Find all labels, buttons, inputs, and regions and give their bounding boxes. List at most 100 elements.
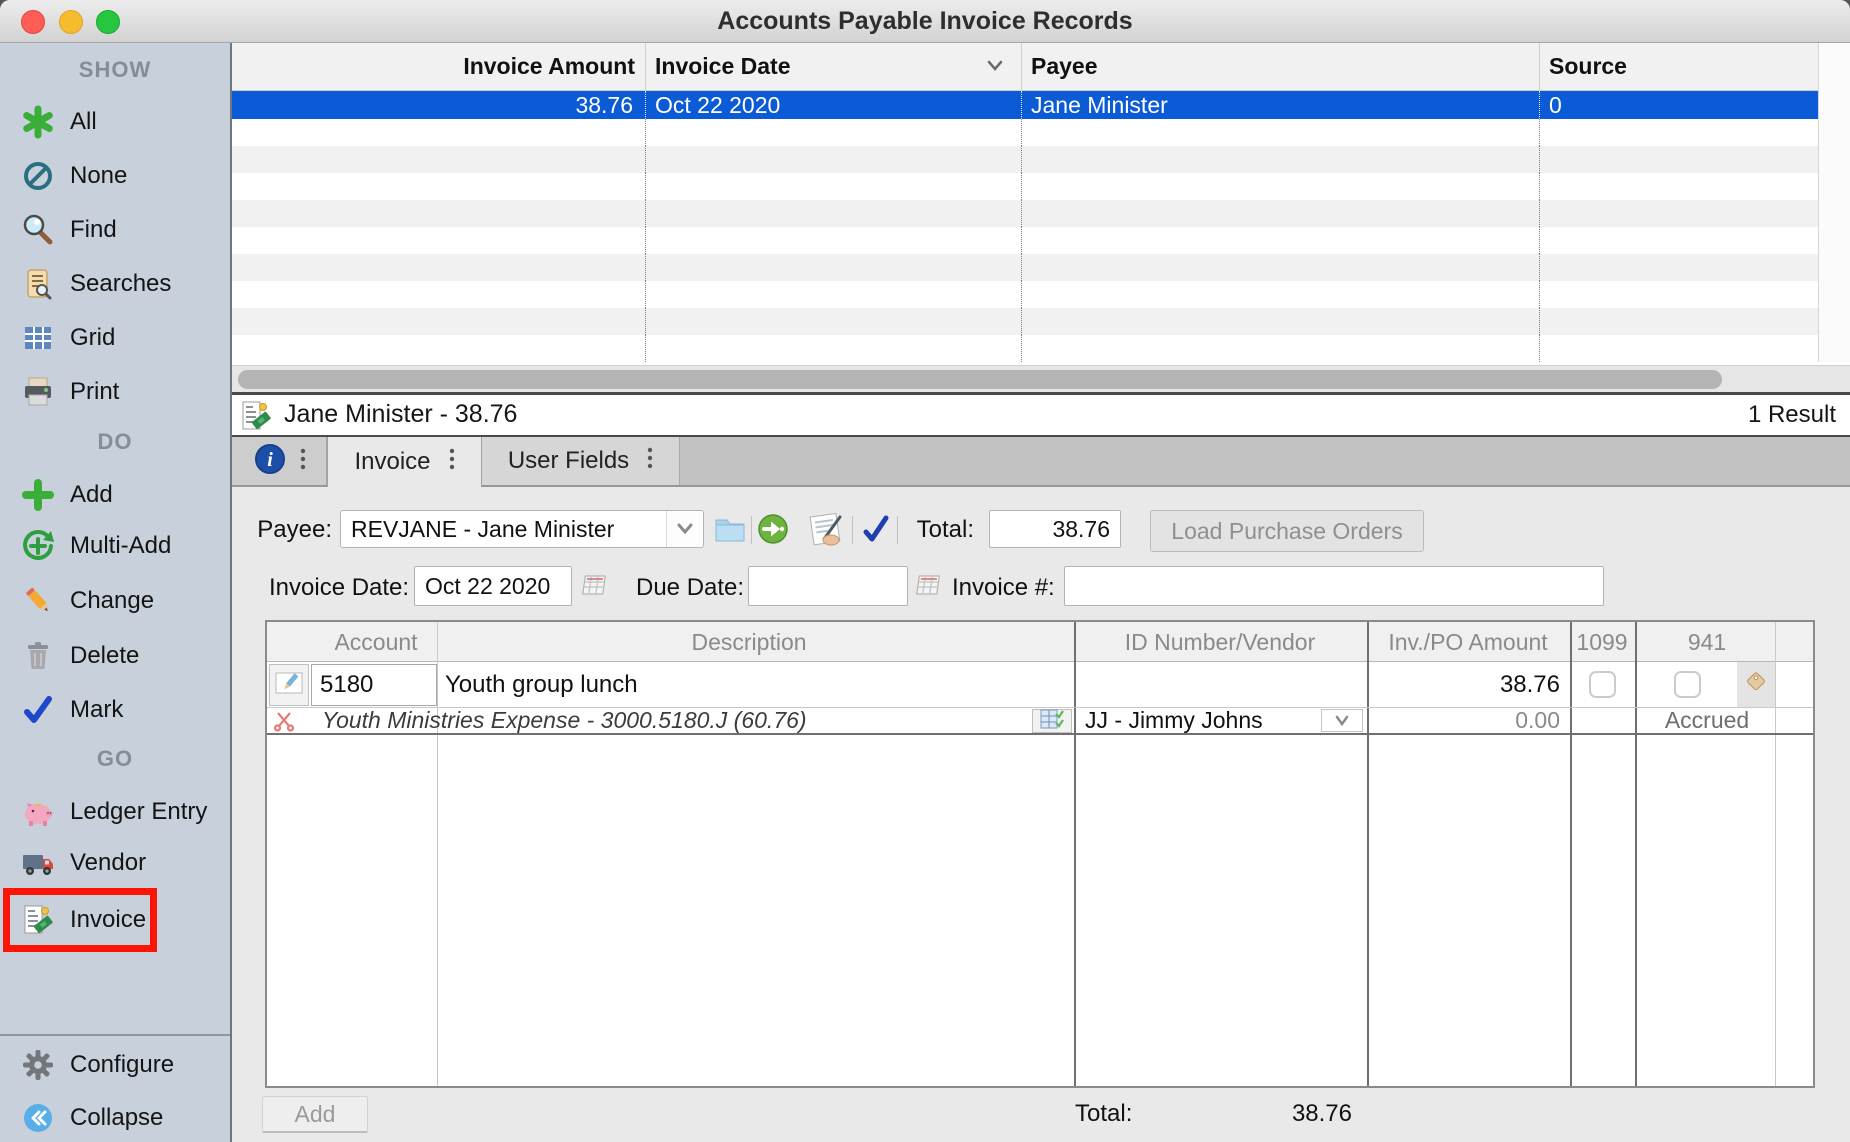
status-cell: Accrued: [1665, 708, 1749, 733]
sidebar-item-ledger-entry[interactable]: Ledger Entry: [0, 785, 230, 839]
sort-chevron-icon: [983, 53, 1007, 80]
chevron-down-icon[interactable]: [666, 511, 703, 547]
sidebar-item-collapse[interactable]: Collapse: [0, 1091, 230, 1142]
invoice-icon: [238, 398, 274, 434]
blue-check-icon[interactable]: [859, 512, 893, 546]
tab-invoice[interactable]: Invoice: [327, 437, 482, 487]
sidebar-item-none[interactable]: None: [0, 149, 230, 203]
collapse-icon: [20, 1100, 56, 1136]
invoice-number-input[interactable]: [1064, 566, 1604, 606]
tag-button[interactable]: [1737, 662, 1775, 707]
circle-slash-icon: [20, 158, 56, 194]
cell-invoice-date: Oct 22 2020: [645, 91, 1021, 119]
sidebar-item-add[interactable]: Add: [0, 468, 230, 522]
sidebar-section-go: GO: [0, 739, 230, 779]
edit-line-button[interactable]: [269, 664, 309, 706]
payee-input[interactable]: [341, 511, 666, 547]
sidebar-item-label: Vendor: [70, 849, 146, 877]
sidebar-item-label: Grid: [70, 324, 115, 352]
sidebar-item-delete[interactable]: Delete: [0, 629, 230, 683]
column-header-payee[interactable]: Payee: [1021, 43, 1539, 90]
payee-combobox[interactable]: [340, 510, 704, 548]
magnifier-icon: [20, 212, 56, 248]
column-header-invoice-amount[interactable]: Invoice Amount: [232, 43, 645, 90]
toolbar-divider: [751, 516, 752, 544]
checkbox-1099[interactable]: [1589, 671, 1616, 698]
table-row-empty[interactable]: [232, 200, 1850, 227]
tab-bar: i Invoice User Fields: [232, 437, 1850, 487]
table-row-empty[interactable]: [232, 254, 1850, 281]
folder-icon[interactable]: [712, 511, 748, 547]
calendar-icon[interactable]: [581, 571, 609, 599]
chevron-down-icon[interactable]: [1321, 709, 1363, 732]
sidebar-item-configure[interactable]: Configure: [0, 1038, 230, 1092]
table-row-empty[interactable]: [232, 335, 1850, 362]
invoice-number-label: Invoice #:: [952, 573, 1055, 603]
account-cell[interactable]: 5180: [311, 664, 437, 706]
arrow-circle-icon[interactable]: [756, 512, 790, 546]
svg-text:i: i: [267, 449, 273, 471]
grid-icon: [20, 320, 56, 356]
vendor-lookup-button[interactable]: [1032, 709, 1072, 733]
sidebar-section-show: SHOW: [0, 50, 230, 90]
vendor-cell[interactable]: JJ - Jimmy Johns: [1085, 708, 1263, 733]
account-description: Youth Ministries Expense - 3000.5180.J (…: [322, 708, 807, 733]
sidebar-item-vendor[interactable]: Vendor: [0, 836, 230, 890]
column-header-id-vendor: ID Number/Vendor: [1125, 629, 1315, 656]
column-header-1099: 1099: [1576, 629, 1627, 656]
table-row-empty[interactable]: [232, 173, 1850, 200]
sidebar-item-label: Change: [70, 587, 154, 615]
dots-vertical-icon[interactable]: [300, 447, 306, 476]
table-row-empty[interactable]: [232, 227, 1850, 254]
sidebar-item-change[interactable]: Change: [0, 574, 230, 628]
printer-icon: [20, 374, 56, 410]
scissors-icon[interactable]: [273, 710, 295, 737]
dots-vertical-icon[interactable]: [647, 446, 653, 477]
records-header-row: Invoice Amount Invoice Date Payee Source: [232, 43, 1850, 91]
table-row-empty[interactable]: [232, 146, 1850, 173]
truck-icon: [20, 845, 56, 881]
tab-info[interactable]: i: [232, 437, 327, 485]
sidebar-item-all[interactable]: All: [0, 95, 230, 149]
sidebar-item-multi-add[interactable]: Multi-Add: [0, 519, 230, 573]
due-date-label: Due Date:: [636, 573, 744, 603]
due-date-input[interactable]: [748, 566, 908, 606]
checkbox-941[interactable]: [1674, 671, 1701, 698]
calendar-icon[interactable]: [915, 571, 943, 599]
sidebar-divider: [0, 1034, 230, 1036]
write-check-icon[interactable]: [806, 509, 848, 551]
column-header-inv-po-amount: Inv./PO Amount: [1388, 629, 1547, 656]
payee-label: Payee:: [250, 515, 332, 545]
sidebar-item-grid[interactable]: Grid: [0, 311, 230, 365]
description-cell[interactable]: Youth group lunch: [445, 671, 638, 699]
column-header-source[interactable]: Source: [1539, 43, 1850, 90]
table-row-empty[interactable]: [232, 281, 1850, 308]
table-row-empty[interactable]: [232, 308, 1850, 335]
invoice-date-input[interactable]: [414, 566, 572, 606]
column-header-description: Description: [691, 629, 806, 656]
add-line-button[interactable]: Add: [262, 1096, 368, 1133]
horizontal-scrollbar[interactable]: [232, 365, 1850, 392]
load-purchase-orders-button[interactable]: Load Purchase Orders: [1150, 510, 1424, 552]
column-header-invoice-date[interactable]: Invoice Date: [645, 43, 1021, 90]
vertical-scrollbar-gutter[interactable]: [1818, 43, 1850, 362]
trash-icon: [20, 638, 56, 674]
sidebar-item-label: Mark: [70, 696, 123, 724]
toolbar-divider: [852, 516, 853, 544]
table-row-empty[interactable]: [232, 119, 1850, 146]
sidebar-item-find[interactable]: Find: [0, 203, 230, 257]
table-row-selected[interactable]: 38.76 Oct 22 2020 Jane Minister 0: [232, 91, 1850, 119]
total-input[interactable]: [989, 510, 1121, 548]
title-bar: Accounts Payable Invoice Records: [0, 0, 1850, 43]
amount-cell[interactable]: 38.76: [1377, 671, 1560, 699]
tab-user-fields[interactable]: User Fields: [482, 437, 680, 485]
sidebar-item-print[interactable]: Print: [0, 365, 230, 419]
horizontal-scrollbar-thumb[interactable]: [238, 370, 1722, 389]
sidebar-item-searches[interactable]: Searches: [0, 257, 230, 311]
dots-vertical-icon[interactable]: [449, 447, 455, 478]
sidebar-item-label: Multi-Add: [70, 532, 171, 560]
sidebar-item-mark[interactable]: Mark: [0, 683, 230, 737]
column-header-account: Account: [334, 629, 417, 656]
cell-payee: Jane Minister: [1021, 91, 1539, 119]
sidebar-item-label: Find: [70, 216, 117, 244]
